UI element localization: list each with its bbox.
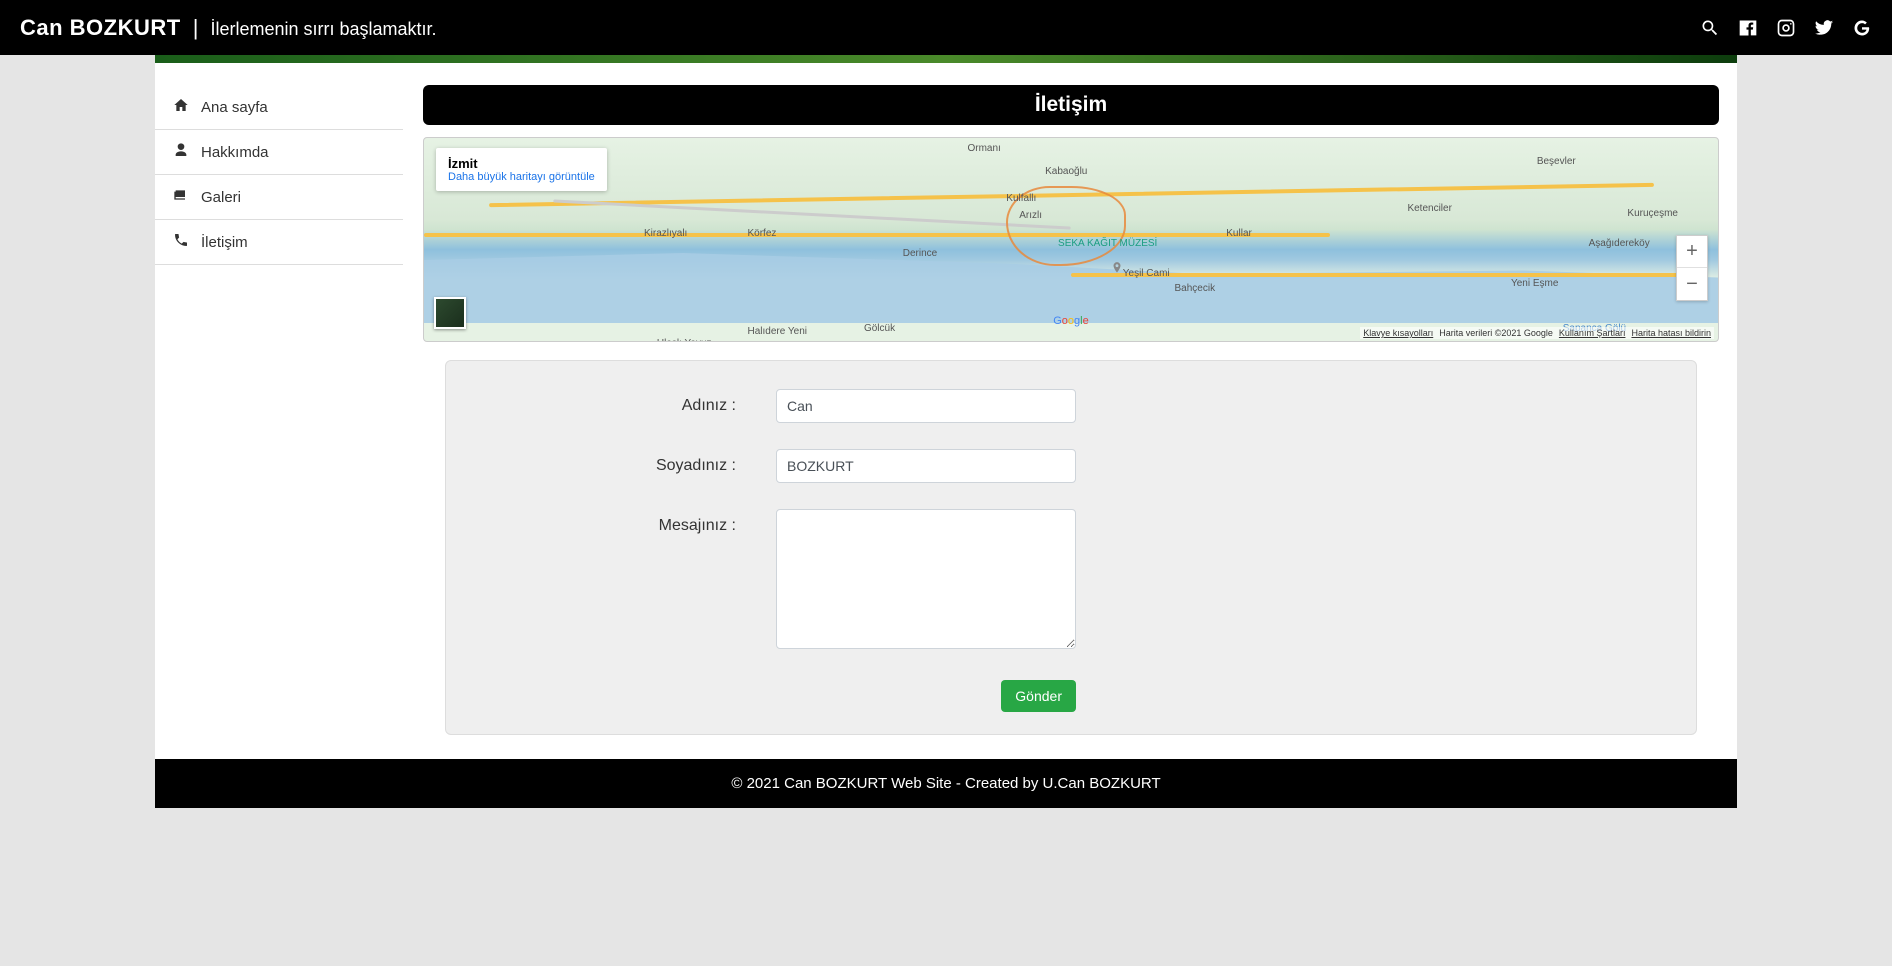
content: İletişim Ormanı Kabaoğlu Kulfallı Arızlı… — [423, 85, 1737, 735]
site-tagline: İlerlemenin sırrı başlamaktır. — [210, 19, 436, 40]
message-textarea[interactable] — [776, 509, 1076, 649]
home-icon — [173, 97, 189, 117]
main-container: Ana sayfa Hakkımda Galeri İletişim — [155, 63, 1737, 735]
map-town-label: Beşevler — [1537, 156, 1576, 167]
surname-label: Soyadınız : — [486, 449, 736, 475]
title-divider: | — [193, 15, 199, 41]
map-town-label: Halıdere Yeni — [748, 326, 808, 337]
map-town-label: Yeni Eşme — [1511, 278, 1558, 289]
phone-icon — [173, 232, 189, 252]
map-terms-link[interactable]: Kullanım Şartları — [1559, 328, 1626, 338]
message-label: Mesajınız : — [486, 509, 736, 535]
map-town-label: Gölcük — [864, 323, 895, 334]
footer-text: © 2021 Can BOZKURT Web Site - Created by… — [731, 775, 1160, 792]
sidebar-item-about[interactable]: Hakkımda — [155, 130, 403, 175]
map-town-label: Kabaoğlu — [1045, 166, 1087, 177]
name-input[interactable] — [776, 389, 1076, 423]
surname-input[interactable] — [776, 449, 1076, 483]
google-icon[interactable] — [1852, 18, 1872, 38]
map-attribution: Klavye kısayolları Harita verileri ©2021… — [1360, 327, 1714, 339]
map-town-label: Kuruçeşme — [1627, 208, 1678, 219]
map-report-link[interactable]: Harita hatası bildirin — [1631, 328, 1711, 338]
page-title: İletişim — [423, 85, 1719, 125]
map-place-title: İzmit — [448, 156, 595, 171]
sidebar-item-gallery[interactable]: Galeri — [155, 175, 403, 220]
instagram-icon[interactable] — [1776, 18, 1796, 38]
map-larger-link[interactable]: Daha büyük haritayı görüntüle — [448, 171, 595, 183]
twitter-icon[interactable] — [1814, 18, 1834, 38]
map-town-label: Ormanı — [967, 143, 1000, 154]
map-town-label: Bahçecik — [1175, 283, 1216, 294]
map-poi-label: SEKA KAĞIT MÜZESİ — [1058, 238, 1157, 249]
name-label: Adınız : — [486, 389, 736, 415]
footer: © 2021 Can BOZKURT Web Site - Created by… — [155, 759, 1737, 808]
map-zoom-in-button[interactable]: + — [1677, 236, 1707, 268]
images-icon — [173, 187, 189, 207]
sidebar-item-label: Galeri — [201, 189, 241, 206]
header-icons — [1700, 18, 1872, 38]
header-left: Can BOZKURT | İlerlemenin sırrı başlamak… — [20, 15, 437, 41]
map-satellite-toggle[interactable] — [434, 297, 466, 329]
sidebar-item-contact[interactable]: İletişim — [155, 220, 403, 265]
map-pin-icon — [1110, 258, 1124, 272]
site-title[interactable]: Can BOZKURT — [20, 15, 181, 41]
map-town-label: Körfez — [748, 228, 777, 239]
map-town-label: Ketenciler — [1407, 203, 1451, 214]
sidebar-item-home[interactable]: Ana sayfa — [155, 85, 403, 130]
sidebar-item-label: Ana sayfa — [201, 99, 268, 116]
map-zoom-out-button[interactable]: − — [1677, 268, 1707, 300]
map-info-card: İzmit Daha büyük haritayı görüntüle — [436, 148, 607, 191]
map-town-label: Arızlı — [1019, 210, 1042, 221]
contact-form: Adınız : Soyadınız : Mesajınız : — [445, 360, 1697, 735]
footer-gap — [155, 735, 1737, 759]
search-icon[interactable] — [1700, 18, 1720, 38]
map-data-text: Harita verileri ©2021 Google — [1439, 328, 1553, 338]
facebook-icon[interactable] — [1738, 18, 1758, 38]
hero-band — [155, 55, 1737, 63]
sidebar-item-label: Hakkımda — [201, 144, 269, 161]
user-icon — [173, 142, 189, 162]
map-keyboard-link[interactable]: Klavye kısayolları — [1363, 328, 1433, 338]
map-zoom-control: + − — [1676, 235, 1708, 301]
map-town-label: Kullar — [1226, 228, 1252, 239]
map-town-label: Derince — [903, 248, 937, 259]
submit-button[interactable]: Gönder — [1001, 680, 1076, 712]
map-town-label: Kulfallı — [1006, 193, 1036, 204]
sidebar-item-label: İletişim — [201, 234, 248, 251]
map[interactable]: Ormanı Kabaoğlu Kulfallı Arızlı Körfez K… — [423, 137, 1719, 342]
map-town-label: Yeşil Cami — [1123, 268, 1170, 279]
map-town-label: Ulaşlı Yavuz — [657, 338, 712, 342]
header: Can BOZKURT | İlerlemenin sırrı başlamak… — [0, 0, 1892, 55]
map-town-label: Kirazlıyalı — [644, 228, 687, 239]
google-logo: Google — [1053, 315, 1089, 327]
map-town-label: Aşağıdereköy — [1589, 238, 1650, 249]
sidebar: Ana sayfa Hakkımda Galeri İletişim — [155, 85, 403, 735]
